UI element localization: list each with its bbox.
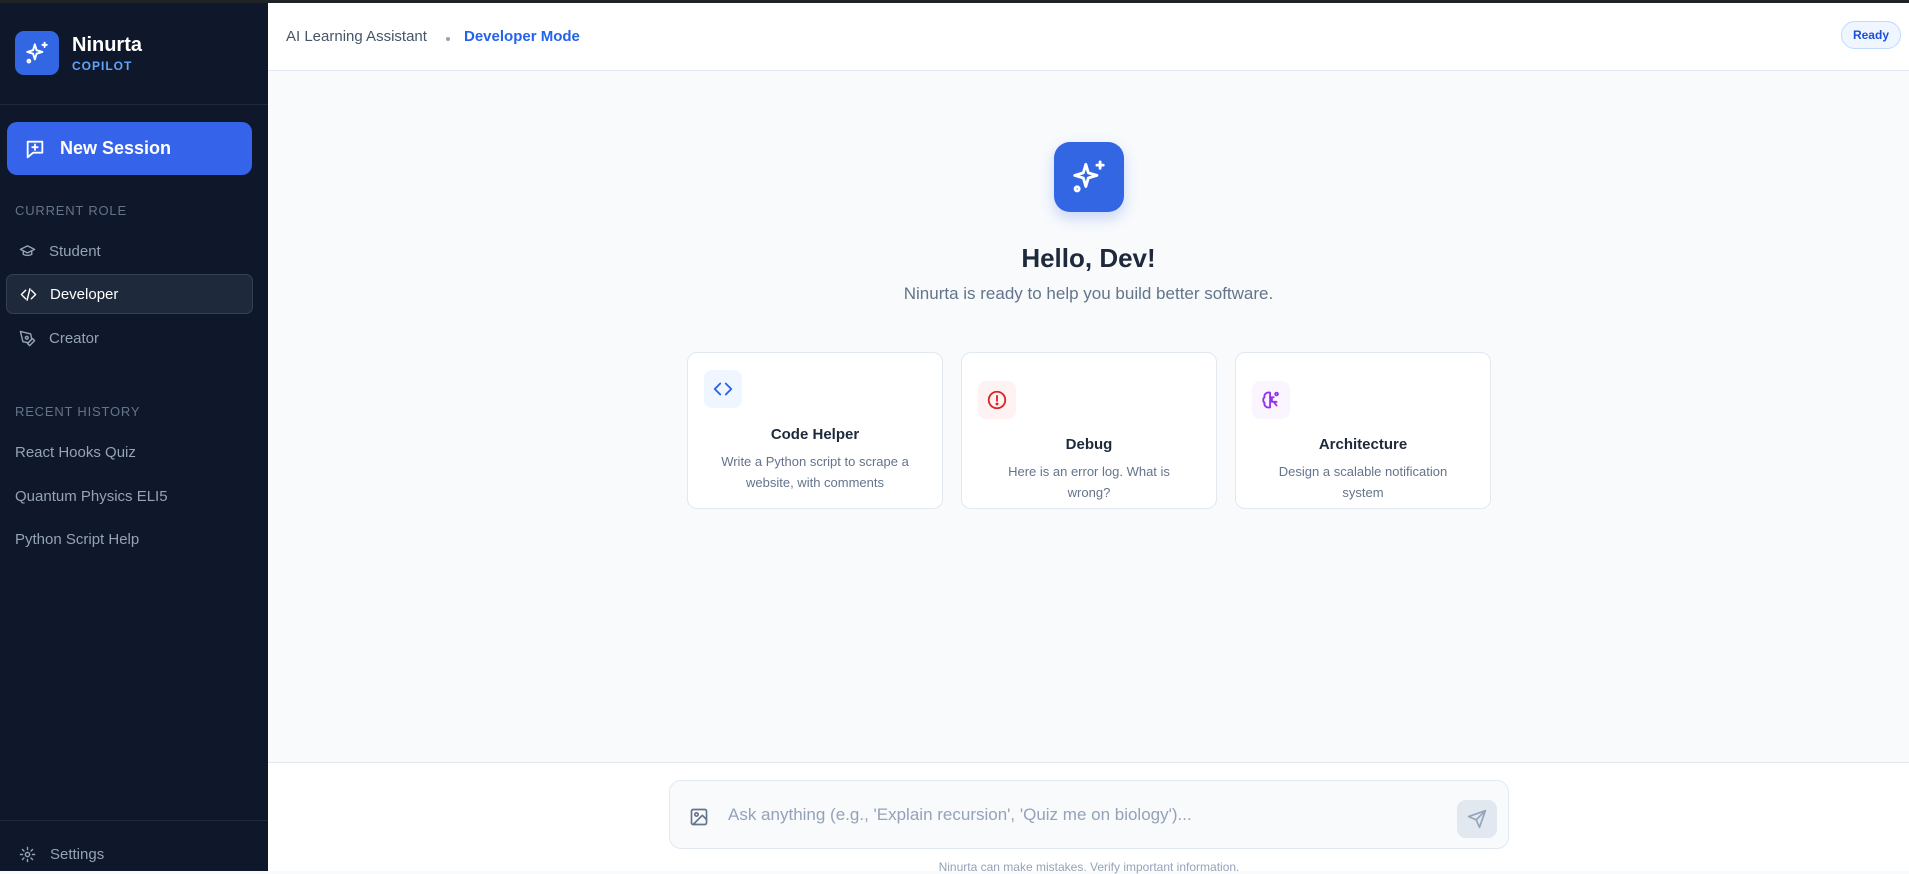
roles-heading: CURRENT ROLE [15, 203, 127, 218]
pen-tool-icon [19, 330, 36, 346]
sidebar-divider [0, 820, 268, 821]
card-description: Write a Python script to scrape a websit… [721, 454, 909, 490]
role-developer[interactable]: Developer [6, 274, 253, 314]
card-description: Design a scalable notification system [1278, 464, 1448, 500]
alert-circle-icon [978, 381, 1016, 419]
send-button[interactable] [1457, 800, 1497, 838]
new-session-label: New Session [60, 138, 172, 158]
send-icon [1467, 809, 1487, 829]
card-title: Debug [1065, 436, 1113, 453]
history-heading: RECENT HISTORY [15, 404, 141, 419]
new-session-button[interactable]: New Session [7, 122, 252, 175]
role-label: Developer [50, 285, 119, 303]
sparkles-icon [15, 31, 59, 75]
brain-icon [1252, 381, 1290, 419]
role-creator[interactable]: Creator [6, 318, 253, 358]
sparkles-icon [1054, 142, 1124, 212]
breadcrumb-app[interactable]: AI Learning Assistant [286, 28, 427, 45]
brand-subtitle: COPILOT [72, 59, 133, 73]
role-student[interactable]: Student [6, 231, 253, 271]
code-icon [20, 287, 37, 301]
suggestion-card-debug[interactable]: Debug Here is an error log. What is wron… [961, 352, 1217, 509]
top-header: AI Learning Assistant Developer Mode Rea… [268, 3, 1909, 71]
status-badge: Ready [1840, 21, 1901, 49]
brand: Ninurta COPILOT [15, 31, 142, 75]
settings-label: Settings [50, 846, 105, 863]
window-top-strip [0, 0, 1909, 3]
code-icon [704, 370, 742, 408]
chat-input[interactable] [726, 796, 1430, 834]
suggestion-card-code-helper[interactable]: Code Helper Write a Python script to scr… [687, 352, 943, 509]
breadcrumb-separator [446, 37, 450, 41]
role-label: Student [49, 242, 101, 260]
welcome-subtitle: Ninurta is ready to help you build bette… [903, 284, 1274, 303]
disclaimer: Ninurta can make mistakes. Verify import… [938, 860, 1240, 874]
history-item[interactable]: Quantum Physics ELI5 [15, 488, 168, 505]
history-item[interactable]: React Hooks Quiz [15, 444, 136, 461]
history-item[interactable]: Python Script Help [15, 531, 139, 548]
suggestion-card-architecture[interactable]: Architecture Design a scalable notificat… [1235, 352, 1491, 509]
card-title: Code Helper [770, 426, 860, 443]
image-upload-button[interactable] [687, 805, 711, 829]
welcome-title: Hello, Dev! [1021, 243, 1156, 273]
card-description: Here is an error log. What is wrong? [1008, 464, 1170, 500]
sidebar: Ninurta COPILOT New Session CURRENT ROLE… [0, 0, 268, 871]
role-label: Creator [49, 329, 100, 347]
image-icon [690, 808, 708, 826]
settings-button[interactable]: Settings [19, 846, 104, 863]
graduation-cap-icon [19, 244, 36, 256]
breadcrumb-mode: Developer Mode [464, 28, 580, 45]
message-plus-icon [26, 140, 44, 158]
card-title: Architecture [1318, 436, 1408, 453]
sidebar-divider [0, 104, 268, 105]
gear-icon [19, 846, 36, 863]
brand-name: Ninurta [72, 34, 142, 56]
chat-composer [669, 780, 1509, 849]
